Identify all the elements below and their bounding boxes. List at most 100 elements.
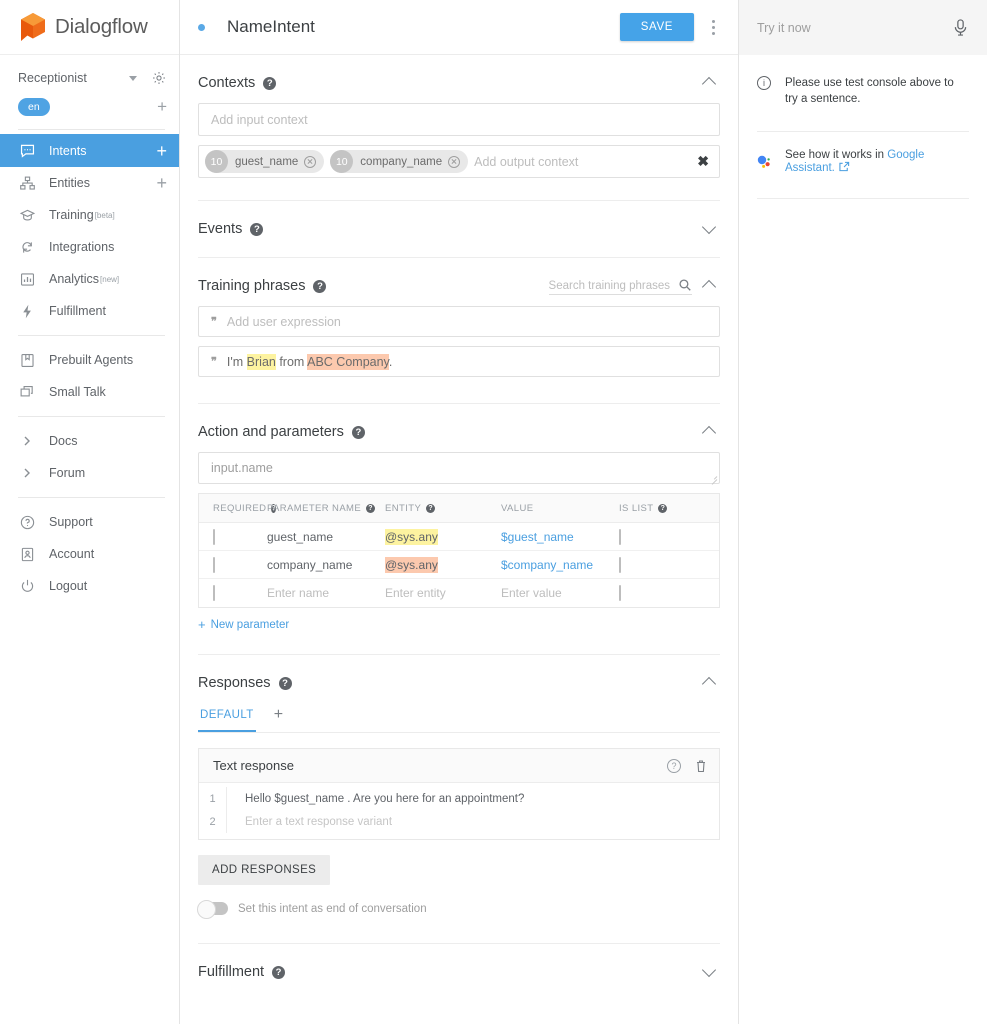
parameter-name-cell[interactable]: company_name: [267, 558, 385, 572]
section-title: Events: [198, 221, 243, 237]
try-it-now-input[interactable]: Try it now: [757, 21, 952, 35]
chevron-up-icon[interactable]: [700, 673, 720, 693]
value-input[interactable]: Enter value: [501, 586, 619, 600]
help-icon[interactable]: ?: [278, 676, 292, 690]
gear-icon[interactable]: [151, 70, 167, 86]
help-icon[interactable]: ?: [366, 503, 376, 513]
action-name-input[interactable]: input.name: [198, 452, 720, 484]
brand-logo[interactable]: Dialogflow: [0, 0, 179, 55]
response-row[interactable]: 2 Enter a text response variant: [199, 810, 719, 833]
trash-icon[interactable]: [695, 759, 707, 773]
entity-input[interactable]: Enter entity: [385, 586, 501, 600]
help-icon[interactable]: ?: [658, 503, 668, 513]
events-header[interactable]: Events ?: [198, 201, 720, 249]
is-list-checkbox[interactable]: [619, 556, 621, 573]
search-training-phrases-input[interactable]: Search training phrases: [548, 278, 692, 295]
add-intent-button[interactable]: +: [156, 142, 167, 160]
search-placeholder: Search training phrases: [548, 279, 670, 292]
value-cell[interactable]: $guest_name: [501, 530, 619, 544]
google-assistant-row[interactable]: See how it works in Google Assistant.: [739, 132, 987, 174]
fulfillment-header[interactable]: Fulfillment ?: [198, 944, 720, 992]
chevron-down-icon[interactable]: [129, 75, 137, 81]
external-link-icon[interactable]: [839, 161, 850, 172]
close-icon[interactable]: ✖: [697, 153, 709, 170]
chevron-down-icon[interactable]: [700, 219, 720, 239]
new-parameter-label: New parameter: [210, 618, 290, 631]
help-icon[interactable]: ?: [272, 965, 286, 979]
sidebar-item-integrations[interactable]: Integrations: [0, 231, 179, 263]
test-console-note: i Please use test console above to try a…: [739, 55, 987, 107]
remove-chip-icon[interactable]: [304, 155, 317, 168]
prebuilt-agents-icon: [18, 351, 36, 369]
chevron-down-icon[interactable]: [700, 962, 720, 982]
new-parameter-button[interactable]: + New parameter: [198, 617, 289, 632]
entity-cell[interactable]: @sys.any: [385, 556, 438, 573]
help-icon[interactable]: ?: [426, 503, 436, 513]
help-circle-icon[interactable]: ?: [667, 758, 681, 773]
agent-selector[interactable]: Receptionist: [0, 63, 179, 93]
add-user-expression-input[interactable]: ❞ Add user expression: [198, 306, 720, 337]
integrations-icon: [18, 238, 36, 256]
table-header-row: REQUIRED? PARAMETER NAME? ENTITY? VALUE: [199, 493, 719, 523]
response-text-placeholder[interactable]: Enter a text response variant: [227, 816, 392, 828]
chevron-up-icon[interactable]: [700, 276, 720, 296]
language-chip[interactable]: en: [18, 98, 50, 116]
output-context-field[interactable]: 10 guest_name 10 company_name Add output…: [198, 145, 720, 178]
required-checkbox[interactable]: [213, 585, 215, 601]
save-button[interactable]: SAVE: [619, 13, 694, 41]
sidebar-item-fulfillment[interactable]: Fulfillment: [0, 295, 179, 327]
intent-header: NameIntent SAVE: [180, 0, 738, 55]
sidebar-item-logout[interactable]: Logout: [0, 570, 179, 602]
help-icon[interactable]: ?: [351, 425, 365, 439]
sidebar-item-docs[interactable]: Docs: [0, 425, 179, 457]
input-context-field[interactable]: Add input context: [198, 103, 720, 136]
help-icon[interactable]: ?: [263, 76, 277, 90]
resize-handle[interactable]: [710, 474, 717, 481]
add-entity-button[interactable]: +: [156, 174, 167, 192]
sidebar-item-entities[interactable]: Entities +: [0, 167, 179, 199]
is-list-checkbox[interactable]: [619, 585, 621, 601]
required-checkbox[interactable]: [213, 528, 215, 545]
sidebar-divider: [18, 416, 165, 417]
context-chip[interactable]: 10 company_name: [330, 150, 469, 173]
help-icon[interactable]: ?: [250, 222, 264, 236]
sidebar-item-support[interactable]: Support: [0, 506, 179, 538]
add-language-button[interactable]: +: [157, 98, 167, 115]
response-row[interactable]: 1 Hello $guest_name . Are you here for a…: [199, 787, 719, 810]
kebab-menu-icon[interactable]: [702, 19, 724, 35]
chevron-up-icon[interactable]: [700, 422, 720, 442]
add-responses-button[interactable]: ADD RESPONSES: [198, 855, 331, 885]
search-icon[interactable]: [678, 278, 692, 292]
is-list-checkbox[interactable]: [619, 528, 621, 545]
sidebar-item-label: Small Talk: [49, 385, 106, 399]
agent-name: Receptionist: [18, 71, 87, 85]
sidebar-item-analytics[interactable]: Analytics [new]: [0, 263, 179, 295]
required-checkbox[interactable]: [213, 556, 215, 573]
value-cell[interactable]: $company_name: [501, 558, 619, 572]
help-icon[interactable]: ?: [313, 279, 327, 293]
parameter-name-input[interactable]: Enter name: [267, 586, 385, 600]
sidebar-divider: [18, 335, 165, 336]
remove-chip-icon[interactable]: [448, 155, 461, 168]
parameter-name-cell[interactable]: guest_name: [267, 530, 385, 544]
test-console-bar[interactable]: Try it now: [739, 0, 987, 55]
sidebar-item-training[interactable]: Training [beta]: [0, 199, 179, 231]
sidebar-item-account[interactable]: Account: [0, 538, 179, 570]
sidebar-item-forum[interactable]: Forum: [0, 457, 179, 489]
entity-cell[interactable]: @sys.any: [385, 528, 438, 545]
sidebar-item-intents[interactable]: Intents +: [0, 134, 179, 167]
end-of-conversation-row: Set this intent as end of conversation: [197, 900, 720, 919]
phrase-entity-company-name[interactable]: ABC Company: [307, 353, 389, 370]
chevron-up-icon[interactable]: [700, 73, 720, 93]
editor-scroll-area[interactable]: Contexts ? Add input context 10 guest_na…: [180, 55, 738, 1024]
context-chip[interactable]: 10 guest_name: [205, 150, 325, 173]
sidebar-item-small-talk[interactable]: Small Talk: [0, 376, 179, 408]
add-response-tab-button[interactable]: +: [274, 706, 283, 724]
sidebar-item-prebuilt-agents[interactable]: Prebuilt Agents: [0, 344, 179, 376]
end-of-conversation-toggle[interactable]: [197, 900, 228, 919]
tab-default[interactable]: DEFAULT: [198, 703, 256, 732]
training-phrase-row[interactable]: ❞ I'm Brian from ABC Company.: [198, 346, 720, 377]
phrase-entity-guest-name[interactable]: Brian: [246, 353, 276, 370]
microphone-icon[interactable]: [952, 18, 969, 37]
response-text[interactable]: Hello $guest_name . Are you here for an …: [227, 793, 524, 805]
